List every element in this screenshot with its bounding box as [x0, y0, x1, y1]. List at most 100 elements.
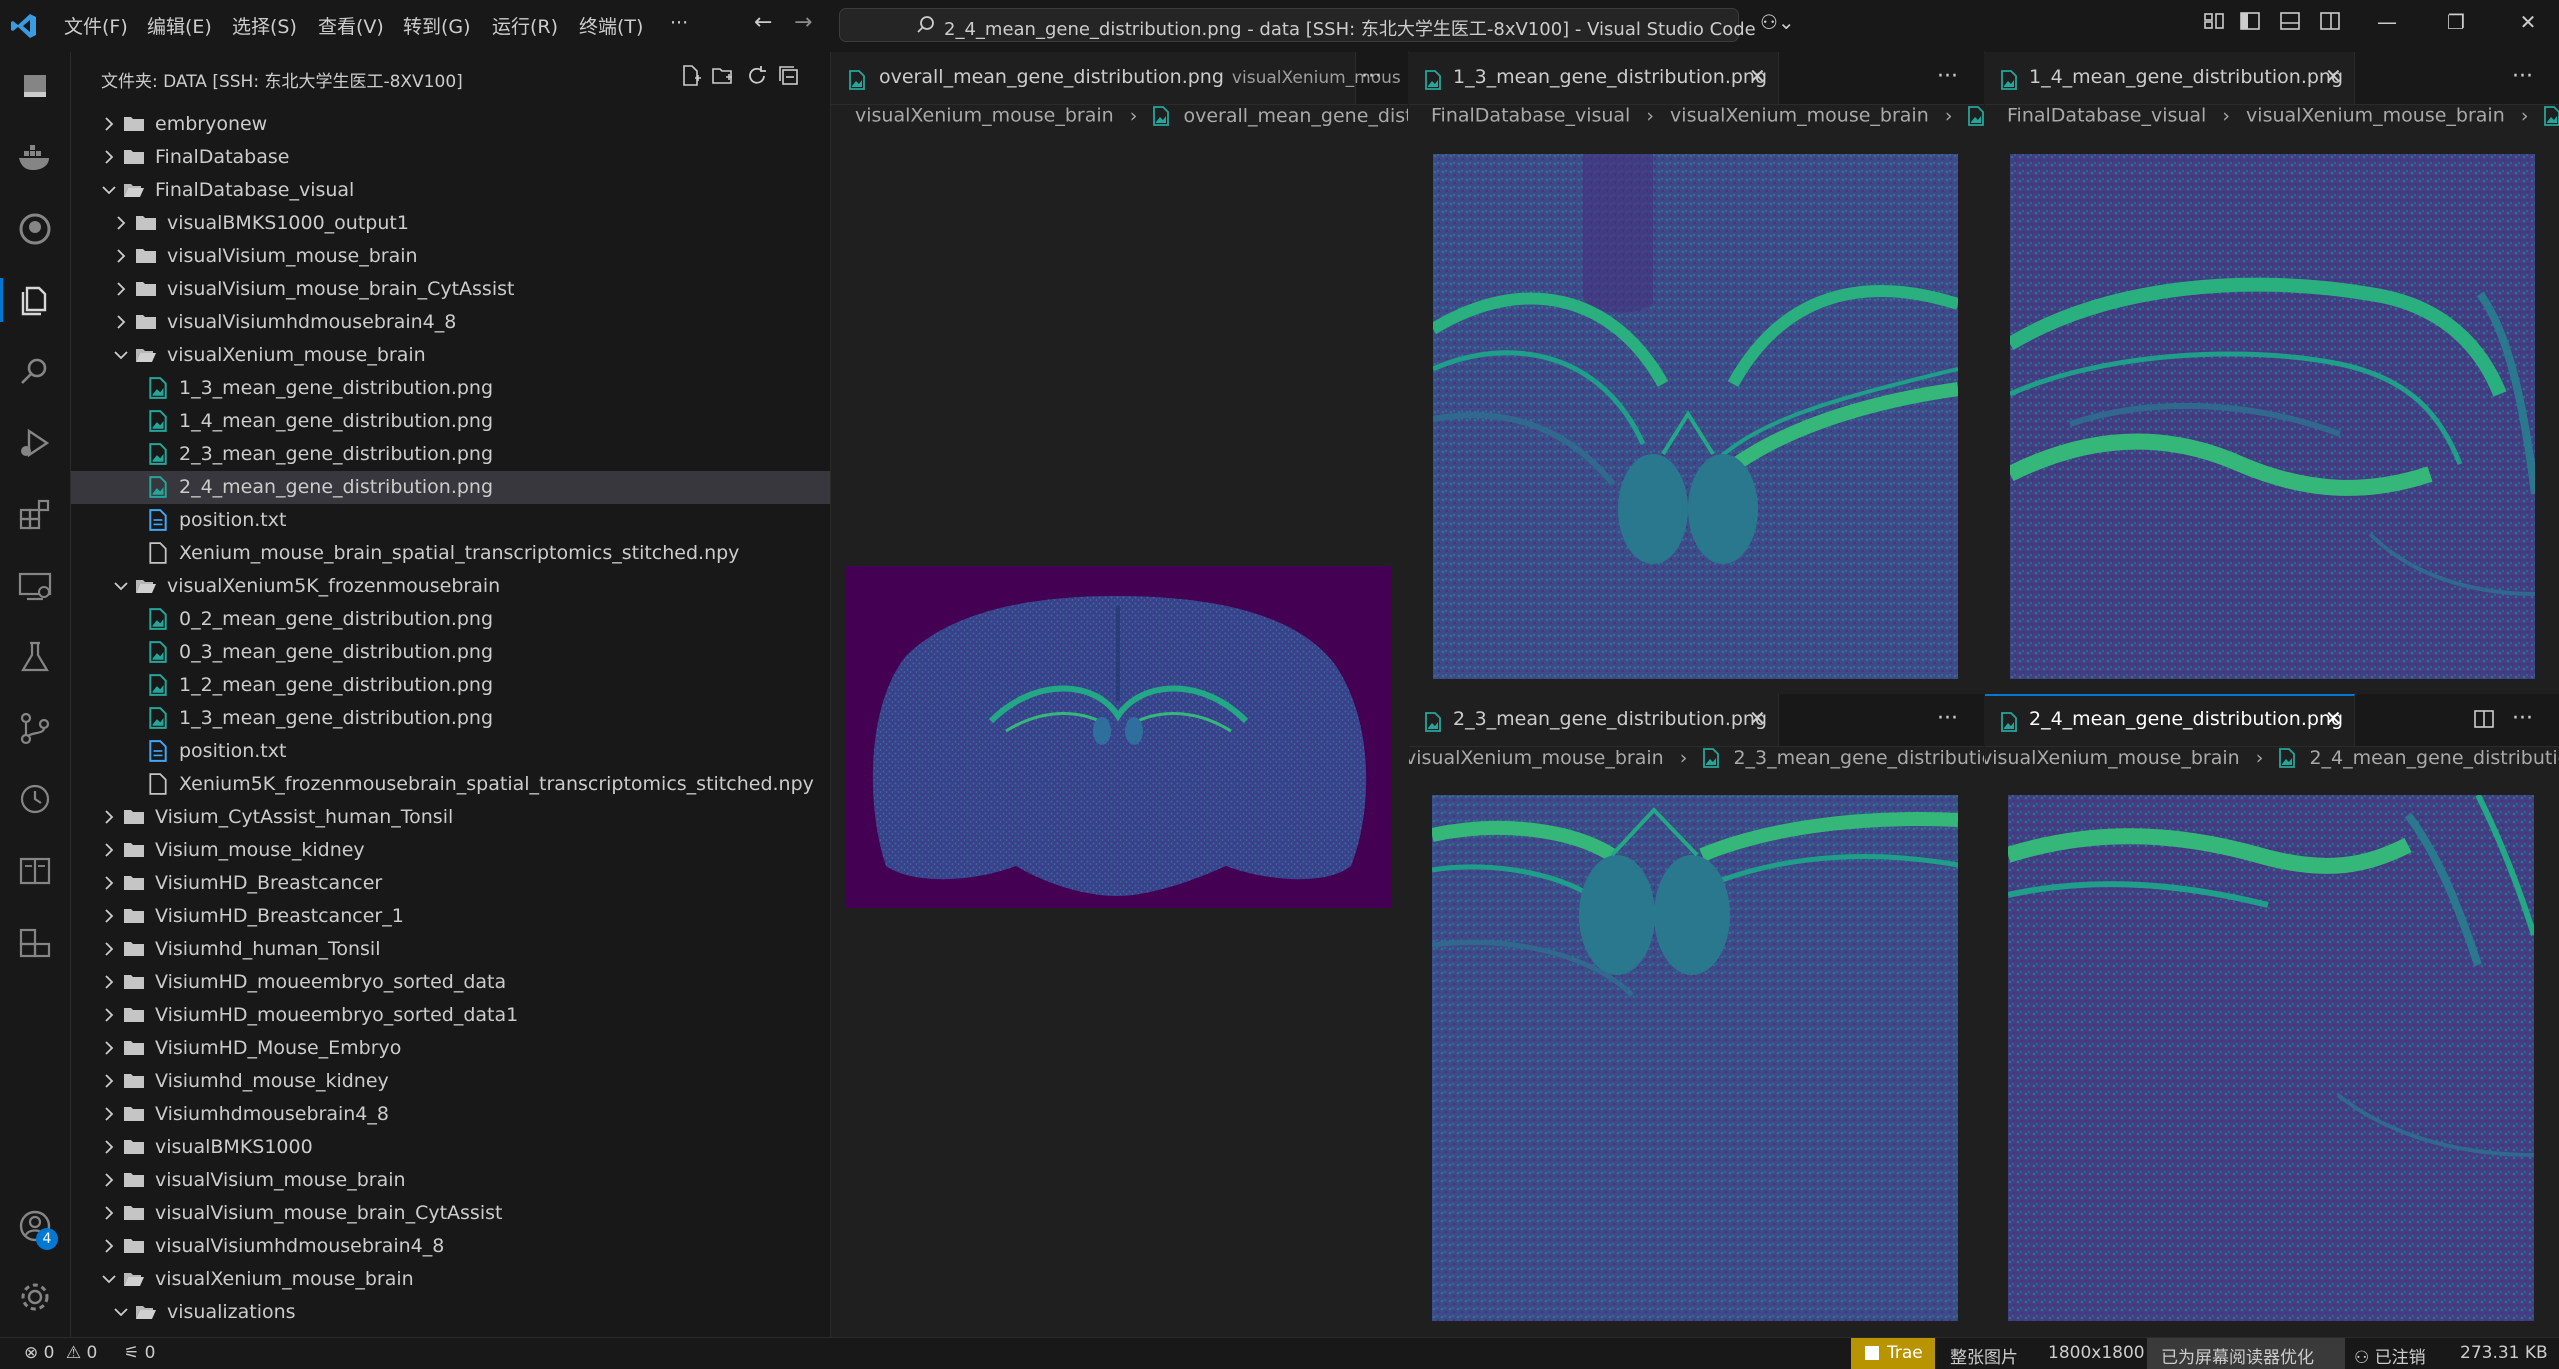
explorer-icon[interactable]: [13, 278, 57, 322]
breadcrumb-file[interactable]: overall_mean_gene_distributio: [1183, 105, 1408, 127]
editor-more-actions-icon[interactable]: ···: [1937, 706, 1958, 731]
restore-icon[interactable]: ❐: [2441, 10, 2471, 40]
chevron-right-icon[interactable]: [101, 1071, 117, 1091]
tree-file[interactable]: 0_3_mean_gene_distribution.png: [71, 636, 830, 669]
tab-1-4-mean-gene-distribution[interactable]: 1_4_mean_gene_distribution.png ✕: [1985, 52, 2355, 104]
breadcrumb-folder[interactable]: FinalDatabase_visual: [2007, 105, 2206, 127]
problems-status[interactable]: ⊗ 0 ⚠ 0: [24, 1343, 97, 1363]
timeline-history-icon[interactable]: [13, 777, 57, 821]
chevron-right-icon[interactable]: [101, 1170, 117, 1190]
toggle-secondary-sidebar-icon[interactable]: [2315, 10, 2345, 40]
customize-layout-icon[interactable]: [2199, 10, 2229, 40]
chevron-right-icon[interactable]: [101, 1104, 117, 1124]
editor-more-actions-icon[interactable]: ···: [2512, 64, 2533, 89]
back-arrow-icon[interactable]: ←: [754, 10, 772, 35]
docker-icon[interactable]: [13, 136, 57, 180]
close-tab-icon[interactable]: ✕: [2325, 706, 2342, 730]
breadcrumb-folder[interactable]: visualXenium_mouse_brain: [1985, 747, 2240, 769]
breadcrumb-folder[interactable]: visualXenium_mouse_brain: [1670, 105, 1929, 127]
toggle-primary-sidebar-icon[interactable]: [2235, 10, 2265, 40]
run-debug-icon[interactable]: [13, 421, 57, 465]
remote-explorer-icon[interactable]: [13, 64, 57, 108]
toggle-panel-icon[interactable]: [2275, 10, 2305, 40]
image-dimensions[interactable]: 1800x1800: [2048, 1343, 2145, 1363]
menu-run[interactable]: 运行(R): [492, 12, 558, 39]
tree-file[interactable]: 1_2_mean_gene_distribution.png: [71, 669, 830, 702]
tree-folder[interactable]: FinalDatabase_visual: [71, 174, 830, 207]
tree-file[interactable]: 2_3_mean_gene_distribution.png: [71, 438, 830, 471]
tree-folder[interactable]: visualBMKS1000_output1: [71, 207, 830, 240]
close-tab-icon[interactable]: ✕: [1749, 64, 1766, 88]
chevron-right-icon[interactable]: [101, 1203, 117, 1223]
chevron-down-icon[interactable]: [113, 576, 129, 596]
menu-more[interactable]: ···: [670, 12, 688, 34]
chevron-right-icon[interactable]: [101, 1038, 117, 1058]
chevron-right-icon[interactable]: [101, 906, 117, 926]
new-folder-icon[interactable]: [711, 64, 735, 93]
editor-more-actions-icon[interactable]: ···: [1361, 64, 1382, 89]
tree-folder[interactable]: VisiumHD_moueembryo_sorted_data: [71, 966, 830, 999]
tree-folder[interactable]: FinalDatabase: [71, 141, 830, 174]
chevron-right-icon[interactable]: [101, 1005, 117, 1025]
tree-folder[interactable]: visualVisium_mouse_brain: [71, 1164, 830, 1197]
chevron-right-icon[interactable]: [101, 114, 117, 134]
account-status[interactable]: ⚇ 已注销: [2354, 1343, 2426, 1368]
breadcrumb-file[interactable]: 2_4_mean_gene_distribution.png: [2309, 747, 2559, 769]
trae-status[interactable]: Trae: [1851, 1338, 1935, 1369]
chevron-down-icon[interactable]: [113, 345, 129, 365]
collapse-all-icon[interactable]: [777, 64, 801, 93]
chevron-down-icon[interactable]: [113, 1302, 129, 1322]
manage-gear-icon[interactable]: [13, 1275, 57, 1319]
close-tab-icon[interactable]: ✕: [1749, 706, 1766, 730]
testing-flask-icon[interactable]: [13, 635, 57, 679]
chevron-right-icon[interactable]: [101, 147, 117, 167]
chevron-right-icon[interactable]: [101, 873, 117, 893]
tab-2-3-mean-gene-distribution[interactable]: 2_3_mean_gene_distribution.png ✕: [1409, 694, 1779, 746]
extensions-icon[interactable]: [13, 492, 57, 536]
tree-folder[interactable]: visualVisiumhdmousebrain4_8: [71, 306, 830, 339]
breadcrumb-folder[interactable]: visualXenium_mouse_brain: [2246, 105, 2505, 127]
tree-folder[interactable]: VisiumHD_Breastcancer: [71, 867, 830, 900]
menu-terminal[interactable]: 终端(T): [579, 12, 643, 39]
tab-1-3-mean-gene-distribution[interactable]: 1_3_mean_gene_distribution.png ✕: [1409, 52, 1779, 104]
chevron-right-icon[interactable]: [101, 1137, 117, 1157]
image-mode[interactable]: 整张图片: [1950, 1343, 2018, 1368]
menu-selection[interactable]: 选择(S): [232, 12, 297, 39]
close-tab-icon[interactable]: ✕: [2325, 64, 2342, 88]
tree-folder[interactable]: visualVisium_mouse_brain_CytAssist: [71, 273, 830, 306]
github-icon[interactable]: [13, 207, 57, 251]
tree-folder[interactable]: visualVisium_mouse_brain: [71, 240, 830, 273]
remote-containers-icon[interactable]: [13, 920, 57, 964]
chevron-right-icon[interactable]: [113, 246, 129, 266]
new-file-icon[interactable]: [679, 64, 703, 93]
chevron-down-icon[interactable]: [101, 1269, 117, 1289]
chevron-right-icon[interactable]: [101, 807, 117, 827]
tree-folder[interactable]: Visium_CytAssist_human_Tonsil: [71, 801, 830, 834]
refresh-icon[interactable]: [745, 64, 769, 93]
breadcrumb-file[interactable]: 2_3_mean_gene_distribution.png: [1733, 747, 1984, 769]
search-icon[interactable]: [13, 350, 57, 394]
tree-folder[interactable]: Visiumhd_human_Tonsil: [71, 933, 830, 966]
tree-folder[interactable]: Visiumhdmousebrain4_8: [71, 1098, 830, 1131]
copilot-icon[interactable]: ⚇⌄: [1760, 10, 1795, 34]
split-editor-icon[interactable]: [2473, 708, 2495, 735]
chevron-down-icon[interactable]: [101, 180, 117, 200]
menu-go[interactable]: 转到(G): [403, 12, 471, 39]
screen-reader-status[interactable]: 已为屏幕阅读器优化: [2147, 1338, 2345, 1369]
tree-folder[interactable]: visualizations: [71, 1296, 830, 1329]
tree-folder[interactable]: VisiumHD_Mouse_Embryo: [71, 1032, 830, 1065]
tree-folder[interactable]: embryonew: [71, 108, 830, 141]
tree-file[interactable]: 1_3_mean_gene_distribution.png: [71, 702, 830, 735]
tree-folder[interactable]: visualXenium_mouse_brain: [71, 1263, 830, 1296]
tree-file[interactable]: position.txt: [71, 504, 830, 537]
tree-file[interactable]: position.txt: [71, 735, 830, 768]
tree-folder[interactable]: VisiumHD_moueembryo_sorted_data1: [71, 999, 830, 1032]
tree-folder[interactable]: Visiumhd_mouse_kidney: [71, 1065, 830, 1098]
tree-folder[interactable]: visualBMKS1000: [71, 1131, 830, 1164]
minimize-icon[interactable]: —: [2372, 10, 2402, 40]
tree-folder[interactable]: VisiumHD_Breastcancer_1: [71, 900, 830, 933]
command-center[interactable]: 2_4_mean_gene_distribution.png - data [S…: [839, 8, 1756, 42]
chevron-right-icon[interactable]: [101, 972, 117, 992]
remote-window-icon[interactable]: [13, 564, 57, 608]
breadcrumb-folder[interactable]: visualXenium_mouse_brain: [1409, 747, 1664, 769]
